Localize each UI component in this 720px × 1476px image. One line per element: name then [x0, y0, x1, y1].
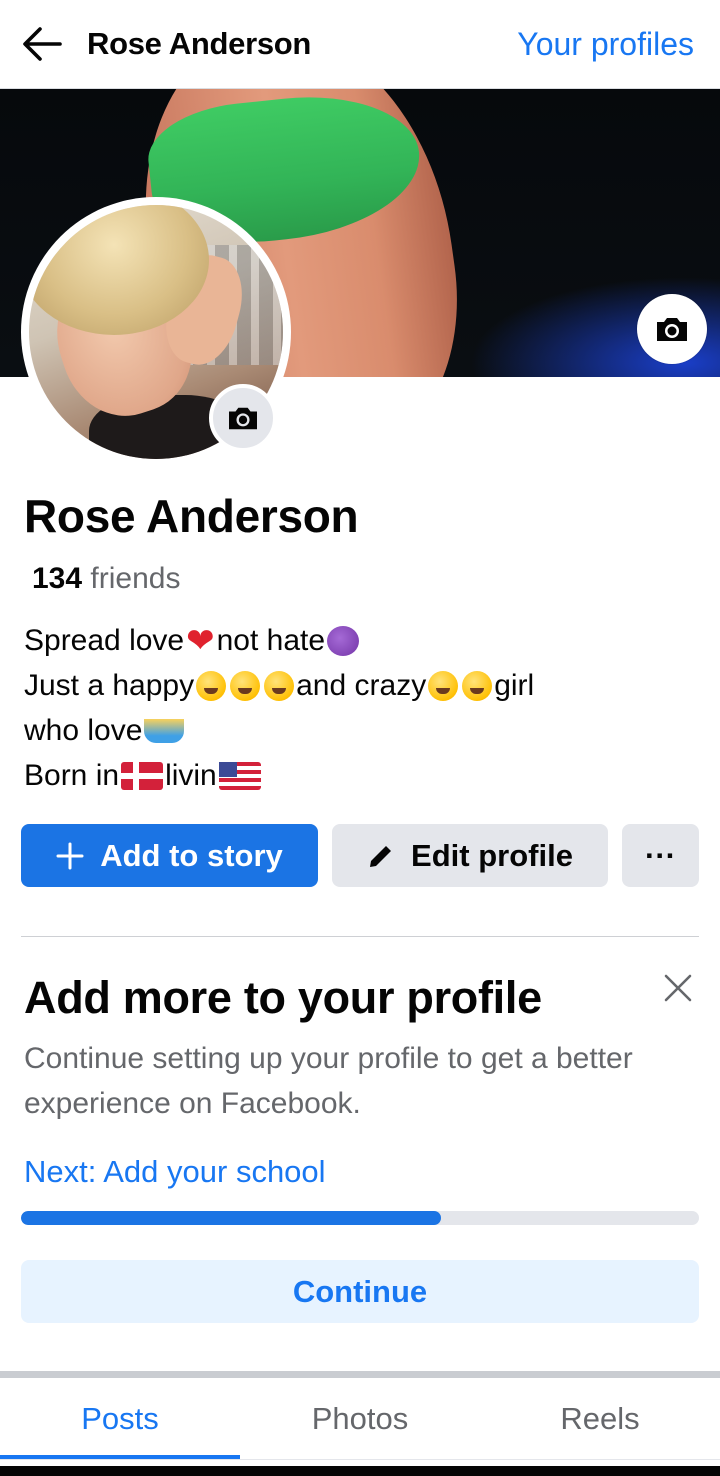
denmark-flag-icon [121, 761, 164, 790]
edit-cover-photo-button[interactable] [637, 294, 707, 364]
continue-label: Continue [292, 1273, 428, 1309]
bio-text: Spread love [24, 624, 185, 657]
camera-icon [657, 318, 687, 341]
squinting-tongue-emoji-icon [462, 670, 493, 701]
edit-profile-button[interactable]: Edit profile [332, 824, 608, 887]
friends-count[interactable]: 134 friends [32, 562, 180, 596]
plus-icon [56, 842, 84, 870]
bio-text: who love [24, 714, 143, 747]
top-bar: Rose Anderson Your profiles [0, 0, 720, 89]
bio-text: Born in [24, 759, 120, 792]
more-options-button[interactable]: ··· [622, 824, 699, 887]
bio-line: Just a happy and crazy girl [24, 663, 704, 708]
next-step-link[interactable]: Next: Add your school [24, 1154, 326, 1190]
add-to-story-label: Add to story [100, 837, 283, 873]
smiling-face-emoji-icon [196, 670, 227, 701]
beaming-face-emoji-icon [264, 670, 295, 701]
bottom-edge [0, 1466, 720, 1476]
edit-profile-label: Edit profile [411, 837, 573, 873]
red-heart-emoji-icon: ❤ [186, 621, 215, 660]
bio-text: Just a happy [24, 669, 195, 702]
profile-tabs: Posts Photos Reels [0, 1378, 720, 1460]
setup-card-description: Continue setting up your profile to get … [24, 1042, 633, 1120]
friends-label: friends [90, 562, 181, 595]
yum-face-emoji-icon [428, 670, 459, 701]
profile-name: Rose Anderson [24, 490, 359, 542]
bio-line: Spread love ❤ not hate [24, 618, 704, 663]
header-title: Rose Anderson [87, 26, 312, 61]
bio-text: livin [165, 759, 217, 792]
add-to-story-button[interactable]: Add to story [21, 824, 318, 887]
continue-button[interactable]: Continue [21, 1260, 699, 1323]
your-profiles-link[interactable]: Your profiles [517, 26, 694, 63]
setup-progress-fill [21, 1211, 442, 1225]
setup-card-title: Add more to your profile [24, 972, 542, 1023]
section-separator [0, 1371, 720, 1378]
grinning-face-emoji-icon [230, 670, 261, 701]
pencil-icon [367, 842, 395, 870]
bio-text: and crazy [296, 669, 427, 702]
devil-face-emoji-icon [327, 625, 360, 656]
tab-photos[interactable]: Photos [240, 1378, 480, 1459]
bio: Spread love ❤ not hate Just a happy and … [24, 618, 704, 798]
divider [21, 936, 699, 937]
edit-profile-picture-button[interactable] [209, 384, 277, 452]
us-flag-icon [218, 761, 261, 790]
more-options-label: ··· [645, 837, 676, 873]
bio-text: not hate [216, 624, 326, 657]
bio-line: Born in livin [24, 753, 704, 798]
tab-reels[interactable]: Reels [480, 1378, 720, 1459]
setup-progress-bar [21, 1211, 699, 1225]
back-arrow-icon[interactable] [20, 24, 64, 64]
bio-text: girl [494, 669, 535, 702]
speedboat-emoji-icon [144, 718, 185, 743]
close-icon[interactable] [660, 970, 696, 1006]
tab-posts[interactable]: Posts [0, 1378, 240, 1459]
friends-number: 134 [32, 562, 83, 595]
bio-line: who love [24, 708, 704, 753]
camera-icon [229, 407, 257, 430]
